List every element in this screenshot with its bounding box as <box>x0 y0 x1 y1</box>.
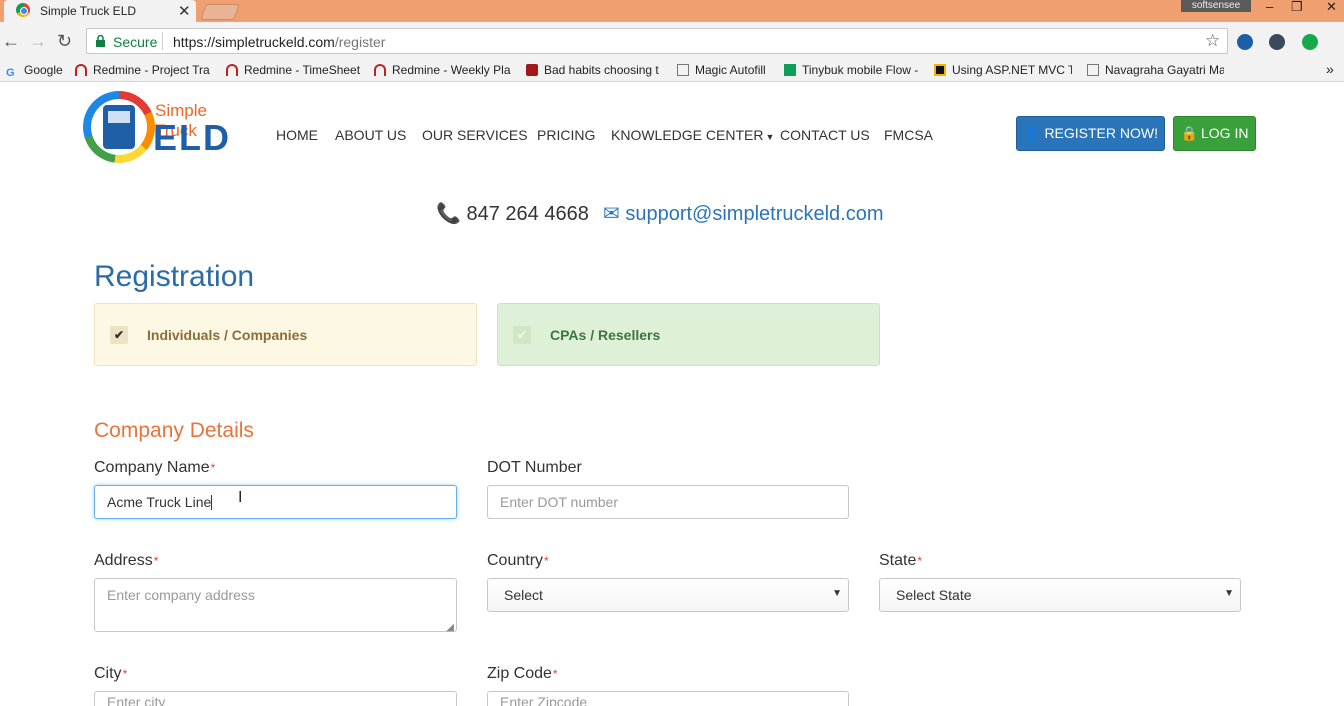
nav-fmcsa[interactable]: FMCSA <box>884 127 933 143</box>
bookmark-magic-autofill[interactable]: Magic Autofill <box>677 63 766 77</box>
register-now-button[interactable]: 👤 REGISTER NOW! <box>1016 116 1165 151</box>
reload-icon[interactable]: ↻ <box>57 31 72 52</box>
text-caret <box>211 495 213 510</box>
country-label: Country* <box>487 552 549 569</box>
bookmark-redmine-weekly[interactable]: Redmine - Weekly Pla <box>374 63 512 77</box>
secure-label: Secure <box>113 34 158 50</box>
phone-number[interactable]: 📞 847 264 4668 <box>436 201 589 226</box>
nav-home[interactable]: HOME <box>276 127 318 143</box>
support-email[interactable]: ✉ support@simpletruckeld.com <box>603 201 884 226</box>
add-user-icon: 👤 <box>1023 125 1041 141</box>
nav-our-services[interactable]: OUR SERVICES <box>422 127 528 143</box>
lock-icon <box>96 35 105 47</box>
company-name-input[interactable]: Acme Truck Line <box>94 485 457 519</box>
caret-down-icon: ▼ <box>765 132 775 142</box>
bookmark-google[interactable]: G Google <box>6 63 63 79</box>
url-separator <box>162 32 163 50</box>
close-window-icon[interactable]: ✕ <box>1326 0 1337 15</box>
address-toolbar: ← → ↻ Secure https://simpletruckeld.com/… <box>0 22 1344 60</box>
bookmarks-bar: G Google Redmine - Project Tra Redmine - … <box>0 60 1344 82</box>
url-bar[interactable]: Secure https://simpletruckeld.com/regist… <box>86 28 1228 54</box>
company-name-label: Company Name* <box>94 459 216 476</box>
zip-code-input[interactable]: Enter Zipcode <box>487 691 849 706</box>
page-content: Simple Truck ELD HOME ABOUT US OUR SERVI… <box>0 82 1344 706</box>
cpas-resellers-option[interactable]: ✔ CPAs / Resellers <box>497 303 880 366</box>
more-bookmarks-icon[interactable]: » <box>1326 61 1334 77</box>
address-label: Address* <box>94 552 159 569</box>
bookmark-bad-habits[interactable]: Bad habits choosing t <box>526 63 663 77</box>
required-marker: * <box>153 554 159 568</box>
checkbox-unchecked-icon: ✔ <box>513 326 531 344</box>
address-textarea[interactable]: Enter company address ◢ <box>94 578 457 633</box>
dot-number-input[interactable]: Enter DOT number <box>487 485 849 519</box>
required-marker: * <box>552 667 558 681</box>
resize-handle-icon[interactable]: ◢ <box>446 622 454 633</box>
city-label: City* <box>94 665 128 682</box>
lock-icon: 🔒 <box>1180 125 1198 141</box>
page-icon <box>1087 64 1099 76</box>
zip-code-label: Zip Code* <box>487 665 558 682</box>
login-button[interactable]: 🔒 LOG IN <box>1173 116 1256 151</box>
url-text[interactable]: https://simpletruckeld.com/register <box>173 34 385 50</box>
bookmark-navagraha[interactable]: Navagraha Gayatri Ma <box>1087 63 1224 77</box>
checkbox-checked-icon: ✔ <box>110 326 128 344</box>
chrome-favicon-icon <box>16 3 30 17</box>
truck-icon <box>103 105 135 149</box>
grammarly-icon[interactable] <box>1302 34 1318 50</box>
new-tab-button[interactable] <box>200 4 240 20</box>
bookmark-aspnet[interactable]: Using ASP.NET MVC T <box>934 63 1072 77</box>
bookmark-redmine-timesheet[interactable]: Redmine - TimeSheet <box>226 63 360 77</box>
individuals-companies-option[interactable]: ✔ Individuals / Companies <box>94 303 477 366</box>
bookmark-star-icon[interactable]: ☆ <box>1205 31 1220 51</box>
url-base: https://simpletruckeld.com <box>173 34 335 50</box>
profile-name[interactable]: softsensee <box>1181 0 1251 12</box>
required-marker: * <box>917 554 923 568</box>
bookmark-favicon <box>934 64 946 76</box>
nav-pricing[interactable]: PRICING <box>537 127 595 143</box>
redmine-icon <box>75 64 87 76</box>
forward-icon[interactable]: → <box>29 31 47 52</box>
nav-about-us[interactable]: ABOUT US <box>335 127 406 143</box>
required-marker: * <box>544 554 549 568</box>
page-title: Registration <box>94 260 255 293</box>
dot-number-label: DOT Number <box>487 459 582 476</box>
i-beam-cursor-icon: I <box>238 489 243 506</box>
section-title-company-details: Company Details <box>94 419 254 442</box>
state-select[interactable]: Select State ▼ <box>879 578 1241 612</box>
site-logo[interactable]: Simple Truck ELD <box>83 91 253 167</box>
page-icon <box>677 64 689 76</box>
url-path: /register <box>334 34 386 50</box>
back-icon[interactable]: ← <box>2 31 20 52</box>
extension-icon[interactable] <box>1269 34 1285 50</box>
google-icon: G <box>6 67 15 79</box>
browser-titlebar: Simple Truck ELD ✕ softsensee – ❐ ✕ <box>0 0 1344 22</box>
state-label: State* <box>879 552 923 569</box>
tab-close-icon[interactable]: ✕ <box>178 2 191 20</box>
required-marker: * <box>210 461 216 475</box>
redmine-icon <box>226 64 238 76</box>
phone-icon: 📞 <box>436 203 461 225</box>
tab-title: Simple Truck ELD <box>40 4 137 18</box>
required-marker: * <box>122 667 128 681</box>
nav-knowledge-center[interactable]: KNOWLEDGE CENTER ▼ <box>611 127 774 143</box>
menu-icon[interactable]: ⋮ <box>1336 29 1344 50</box>
city-input[interactable]: Enter city <box>94 691 457 706</box>
dropdown-arrow-icon: ▼ <box>832 588 842 599</box>
extension-icon[interactable] <box>1237 34 1253 50</box>
sheets-icon <box>784 64 796 76</box>
envelope-icon: ✉ <box>603 203 620 225</box>
country-select[interactable]: Select ▼ <box>487 578 849 612</box>
nav-contact-us[interactable]: CONTACT US <box>780 127 870 143</box>
maximize-icon[interactable]: ❐ <box>1291 0 1303 15</box>
bookmark-favicon <box>526 64 538 76</box>
dropdown-arrow-icon: ▼ <box>1224 588 1234 599</box>
browser-tab[interactable]: Simple Truck ELD ✕ <box>4 0 196 22</box>
bookmark-tinybuk[interactable]: Tinybuk mobile Flow - <box>784 63 921 77</box>
logo-text-bottom: ELD <box>153 117 231 158</box>
bookmark-redmine-project[interactable]: Redmine - Project Tra <box>75 63 215 77</box>
redmine-icon <box>374 64 386 76</box>
minimize-icon[interactable]: – <box>1266 0 1273 14</box>
